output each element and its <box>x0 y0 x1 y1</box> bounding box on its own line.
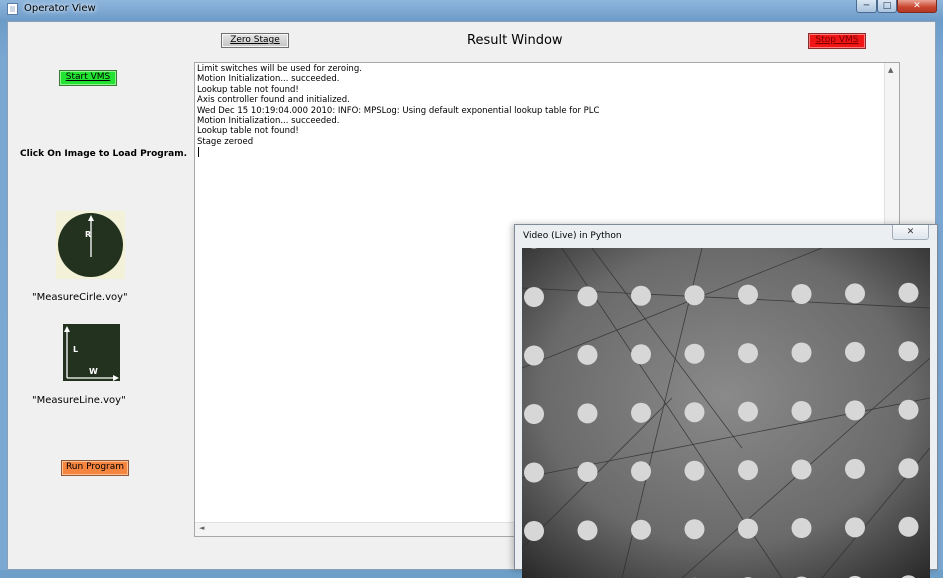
video-dot <box>792 343 812 363</box>
video-dot <box>738 519 758 539</box>
video-dot <box>685 519 705 539</box>
zero-stage-label: Zero Stage <box>230 35 280 45</box>
video-dot <box>685 285 705 305</box>
video-dot <box>738 285 758 305</box>
video-dot <box>845 459 865 479</box>
log-line: Motion Initialization... succeeded. <box>197 74 599 84</box>
live-video-feed <box>522 248 930 578</box>
log-line: Lookup table not found! <box>197 85 599 95</box>
video-dot <box>685 461 705 481</box>
result-window-title: Result Window <box>467 33 563 48</box>
video-dot <box>578 462 598 482</box>
video-dot <box>578 520 598 540</box>
zero-stage-button[interactable]: Zero Stage <box>221 33 289 48</box>
video-dot <box>792 401 812 421</box>
video-dot <box>738 402 758 422</box>
video-dot <box>845 283 865 303</box>
line-lw-icon: L W <box>63 324 120 381</box>
log-lines: Limit switches will be used for zeroing.… <box>197 64 599 157</box>
log-line: Lookup table not found! <box>197 126 599 136</box>
video-image <box>522 248 930 578</box>
video-dot <box>845 400 865 420</box>
run-program-button[interactable]: Run Program <box>61 460 129 476</box>
video-dot <box>524 346 544 366</box>
log-line: Limit switches will be used for zeroing. <box>197 64 599 74</box>
load-program-instruction: Click On Image to Load Program. <box>20 149 187 159</box>
radius-letter: R <box>85 230 91 239</box>
video-dot <box>899 283 919 303</box>
stop-vms-label: Stop VMS <box>816 35 859 45</box>
text-caret <box>198 147 199 157</box>
start-vms-label: Start VMS <box>66 72 110 82</box>
video-dot <box>738 343 758 363</box>
video-dot <box>845 517 865 537</box>
video-window[interactable]: Video (Live) in Python ✕ <box>514 224 938 570</box>
video-dot <box>899 400 919 420</box>
minimize-button[interactable]: ─ <box>856 0 877 13</box>
length-letter: L <box>73 345 78 354</box>
maximize-button[interactable]: □ <box>877 0 897 13</box>
video-dot <box>845 342 865 362</box>
title-bar[interactable]: Operator View ─ □ ✕ <box>0 0 943 20</box>
video-dot <box>524 463 544 483</box>
width-letter: W <box>89 367 98 376</box>
measure-circle-program-image[interactable]: R <box>56 211 125 279</box>
video-close-button[interactable]: ✕ <box>892 225 929 240</box>
log-line: Stage zeroed <box>197 137 599 147</box>
video-dot <box>685 402 705 422</box>
video-dot <box>792 518 812 538</box>
video-dot <box>631 403 651 423</box>
app-window-icon <box>7 3 18 15</box>
video-dot <box>899 341 919 361</box>
video-dot <box>578 345 598 365</box>
measure-line-label: "MeasureLine.voy" <box>32 395 126 406</box>
video-dot <box>792 460 812 480</box>
video-dot <box>631 461 651 481</box>
video-dot <box>524 404 544 424</box>
measure-circle-label: "MeasureCirle.voy" <box>32 292 128 303</box>
scroll-up-arrow-icon[interactable]: ▲ <box>888 66 893 74</box>
video-dot <box>899 458 919 478</box>
video-dot <box>578 403 598 423</box>
video-dot <box>899 517 919 537</box>
log-line: Motion Initialization... succeeded. <box>197 116 599 126</box>
measure-line-program-image[interactable]: L W <box>63 324 120 381</box>
log-line: Axis controller found and initialized. <box>197 95 599 105</box>
video-dot <box>524 521 544 541</box>
video-dot <box>631 520 651 540</box>
stop-vms-button[interactable]: Stop VMS <box>808 33 866 49</box>
video-dot <box>578 286 598 306</box>
video-dot <box>631 344 651 364</box>
video-dot <box>738 460 758 480</box>
scroll-left-arrow-icon[interactable]: ◄ <box>199 524 204 532</box>
video-window-title: Video (Live) in Python <box>523 231 622 241</box>
start-vms-button[interactable]: Start VMS <box>59 70 117 86</box>
log-line: Wed Dec 15 10:19:04.000 2010: INFO: MPSL… <box>197 106 599 116</box>
video-dot <box>792 284 812 304</box>
circle-radius-icon: R <box>58 213 123 277</box>
window-title: Operator View <box>24 3 96 14</box>
video-dot <box>524 287 544 307</box>
video-dot <box>631 286 651 306</box>
close-button[interactable]: ✕ <box>897 0 937 13</box>
video-dot <box>685 344 705 364</box>
